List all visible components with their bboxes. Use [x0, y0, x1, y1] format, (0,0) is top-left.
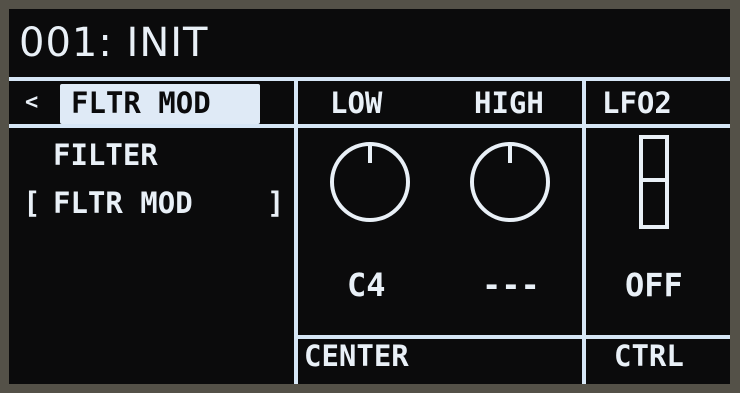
lfo2-value: OFF [625, 266, 683, 304]
synth-display: 001: INIT < FLTR MOD LOW HIGH LFO2 FILTE… [9, 9, 730, 384]
bracket-open: [ [23, 186, 41, 220]
ctrl-label: CTRL [614, 339, 684, 373]
filter-label: FILTER [53, 138, 158, 172]
header-divider [9, 77, 730, 81]
page-back-arrow-icon[interactable]: < [25, 92, 38, 114]
center-label: CENTER [304, 339, 409, 373]
high-value: --- [482, 266, 540, 304]
column-header-lfo2: LFO2 [602, 86, 672, 120]
low-value: C4 [347, 266, 386, 304]
column-header-high: HIGH [474, 86, 544, 120]
page-name: FLTR MOD [71, 86, 211, 120]
knob-low-icon[interactable] [327, 139, 413, 225]
preset-title: 001: INIT [19, 20, 209, 66]
bracket-close: ] [267, 186, 285, 220]
lfo2-slider-icon[interactable] [639, 135, 669, 229]
knob-high-icon[interactable] [467, 139, 553, 225]
column-header-low: LOW [330, 86, 383, 120]
tab-underline [9, 124, 730, 128]
filter-mod-value[interactable]: FLTR MOD [53, 189, 193, 218]
